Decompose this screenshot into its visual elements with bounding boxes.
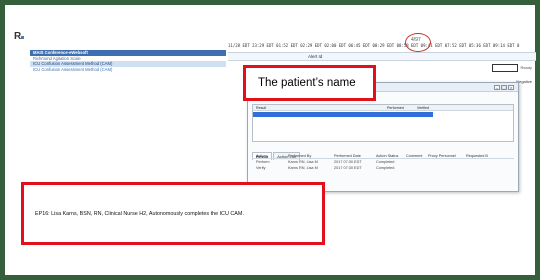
app-logo: R.: [14, 31, 24, 42]
history-row-detail-text: 2017 07:30 EDT Saved: [387, 122, 423, 126]
action-list-table: Action Performed By Performed Date Actio…: [252, 153, 514, 171]
history-row-text: Positive ICU RAS Only (Not Achieve asses…: [255, 122, 343, 126]
tree-item[interactable]: ICU Confusion Assessment Method (CAM): [30, 67, 226, 73]
cell-action-status: Completed: [376, 166, 395, 170]
cell-performed-by: Karns RN, Lisa M: [288, 166, 318, 170]
cell-performed-date: 2017 07:30 EDT: [334, 166, 362, 170]
grid-header: Alert Id: [228, 52, 536, 61]
close-icon[interactable]: ×: [508, 85, 514, 90]
table-row[interactable]: Verify Karns RN, Lisa M 2017 07:30 EDT C…: [252, 165, 514, 171]
history-col-verified: Verified: [417, 106, 429, 110]
patient-name-callout-text: The patient’s name: [258, 77, 356, 89]
patient-name-callout: The patient’s name: [243, 65, 376, 101]
cell-action: Verify: [256, 166, 266, 170]
circled-highlight: 4/97: [405, 33, 431, 52]
circled-label: 4/97: [411, 37, 421, 43]
flowsheet-tree: MAIS Conference-eWebsoft Richmond Agitat…: [30, 50, 226, 72]
history-col-performed: Performed: [387, 106, 404, 110]
history-row-selected-details[interactable]: 2017 07:30 EDT Saved: [385, 112, 433, 126]
history-table-header: Result Performed Verified: [253, 105, 513, 111]
minimize-icon[interactable]: –: [494, 85, 500, 90]
grid-cell-label: Ready: [520, 65, 532, 70]
grid-cell-box[interactable]: [492, 64, 518, 72]
result-history-table: Result Performed Verified Positive ICU R…: [252, 104, 514, 142]
ep-note-text: EP16: Lisa Karns, BSN, RN, Clinical Nurs…: [35, 211, 244, 217]
grid-header-label: Alert Id: [308, 54, 323, 59]
ep-note-callout: EP16: Lisa Karns, BSN, RN, Clinical Nurs…: [21, 182, 325, 245]
timeline-header: 11/28 EDT 23:29 EDT 01:52 EDT 02:29 EDT …: [228, 43, 520, 48]
maximize-icon[interactable]: □: [501, 85, 507, 90]
history-row-selected[interactable]: Positive ICU RAS Only (Not Achieve asses…: [253, 112, 403, 126]
dialog-tabs: Result Action List: [252, 145, 301, 160]
history-col-result: Result: [256, 106, 267, 110]
